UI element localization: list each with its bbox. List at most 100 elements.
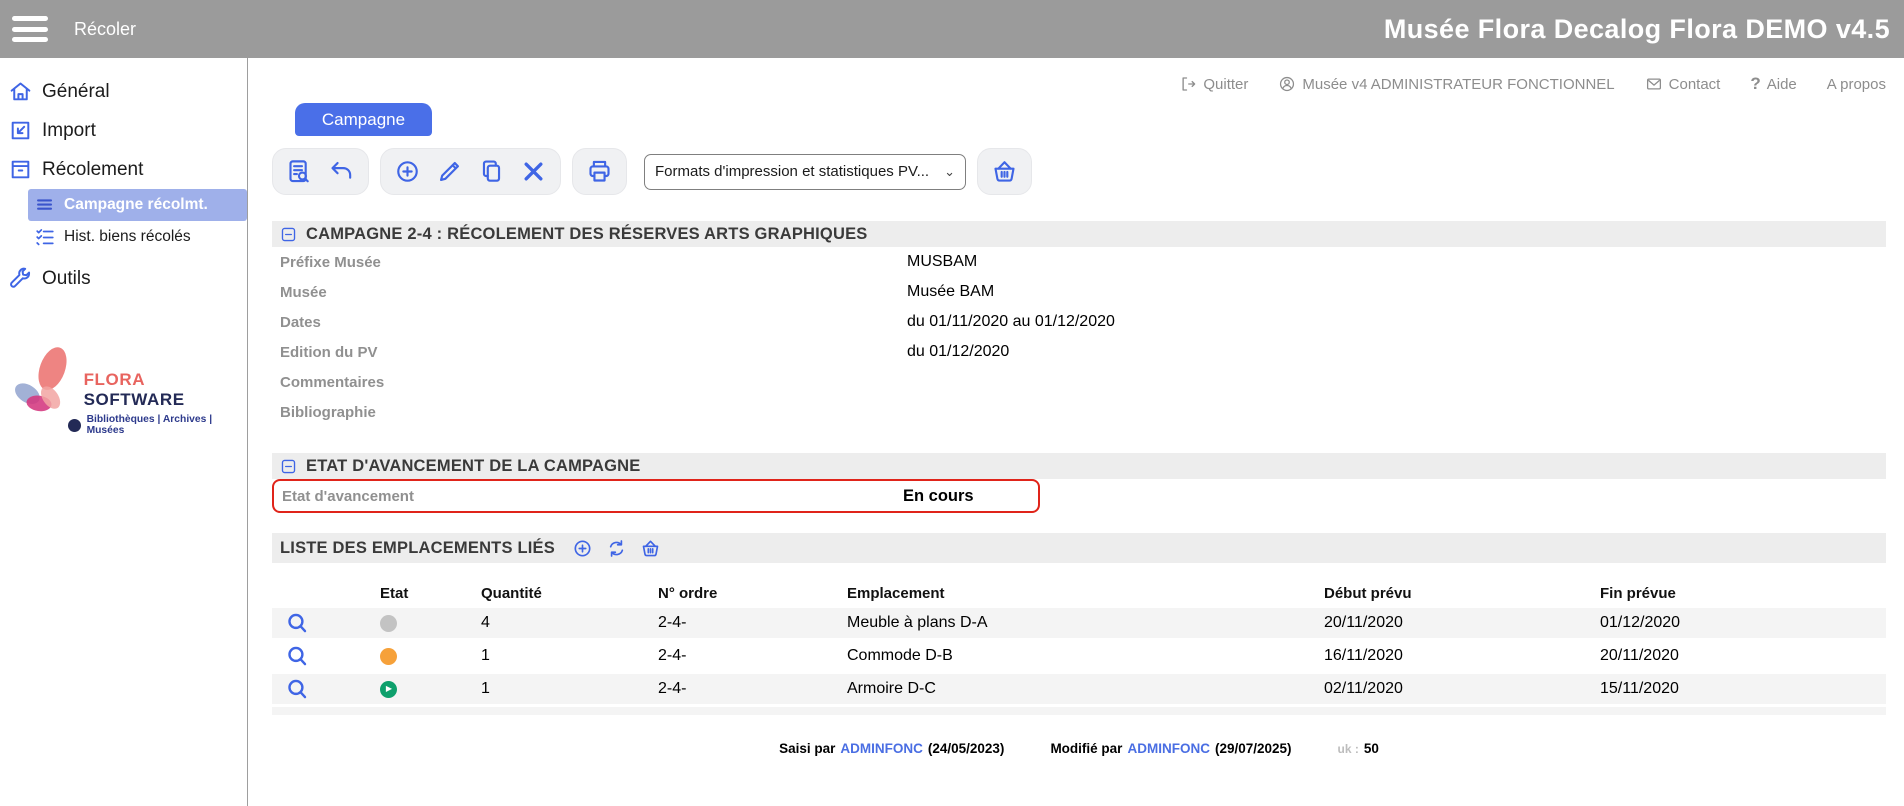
cell-emplacement: Meuble à plans D-A [840,614,1300,632]
table-row: 4 2-4- Meuble à plans D-A 20/11/2020 01/… [272,608,1886,638]
question-mark-icon: ? [1750,74,1760,94]
brand-tagline: Bibliothèques | Archives | Musées [84,414,247,436]
cell-quantite: 4 [470,614,650,632]
user-label: Musée v4 ADMINISTRATEUR FONCTIONNEL [1302,76,1614,93]
user-icon [1278,75,1296,93]
cell-fin: 20/11/2020 [1580,647,1886,665]
print-button[interactable] [586,158,613,185]
add-button[interactable] [394,158,421,185]
quitter-label: Quitter [1203,76,1248,93]
cell-emplacement: Commode D-B [840,647,1300,665]
checklist-icon [34,226,56,248]
cell-debut: 02/11/2020 [1300,680,1580,698]
field-label: Musée [272,284,907,301]
uk-label: uk : [1338,742,1359,756]
progress-highlight-row: Etat d'avancement En cours [272,479,1040,513]
field-value: du 01/12/2020 [907,343,1009,361]
field-label: Edition du PV [272,344,907,361]
list-search-button[interactable] [286,158,313,185]
user-account[interactable]: Musée v4 ADMINISTRATEUR FONCTIONNEL [1278,75,1614,93]
collapse-icon[interactable] [280,458,297,475]
exit-icon [1179,75,1197,93]
contact-label: Contact [1669,76,1721,93]
view-record-button[interactable] [285,644,310,669]
dropdown-value: Formats d'impression et statistiques PV.… [655,163,929,180]
brand-dot-icon [68,419,81,432]
progress-section-header: ETAT D'AVANCEMENT DE LA CAMPAGNE [272,453,1886,479]
refresh-button[interactable] [606,538,627,559]
basket-small-button[interactable] [640,538,661,559]
col-header-etat: Etat [370,585,470,602]
undo-button[interactable] [328,158,355,185]
header-links: Quitter Musée v4 ADMINISTRATEUR FONCTION… [272,70,1886,98]
archive-box-icon [8,157,33,182]
copy-button[interactable] [478,158,505,185]
field-row-commentaires: Commentaires [272,367,1886,397]
progress-label: Etat d'avancement [274,488,903,505]
cell-ordre: 2-4- [650,680,840,698]
sidebar-item-general[interactable]: Général [0,72,247,111]
menu-icon[interactable] [12,16,48,42]
field-label: Commentaires [272,374,907,391]
locations-table: Etat Quantité N° ordre Emplacement Début… [272,581,1886,715]
field-row-prefixe-musee: Préfixe Musée MUSBAM [272,247,1886,277]
cell-ordre: 2-4- [650,647,840,665]
status-dot [380,648,397,665]
tab-campagne[interactable]: Campagne [295,103,432,136]
sidebar-item-label: Import [42,120,96,142]
delete-button[interactable] [520,158,547,185]
field-label: Bibliographie [272,404,907,421]
field-value: du 01/11/2020 au 01/12/2020 [907,313,1115,331]
import-icon [8,118,33,143]
saisi-prefix: Saisi par [779,741,835,756]
saisi-user-link[interactable]: ADMINFONC [840,741,923,756]
field-row-edition-pv: Edition du PV du 01/12/2020 [272,337,1886,367]
field-value: Musée BAM [907,283,994,301]
field-row-bibliographie: Bibliographie [272,397,1886,427]
print-formats-dropdown[interactable]: Formats d'impression et statistiques PV.… [644,154,966,190]
locations-section-header: LISTE DES EMPLACEMENTS LIÉS [272,533,1886,563]
status-dot: ▶ [380,681,397,698]
sidebar-item-hist-biens-recoles[interactable]: Hist. biens récolés [28,221,247,253]
cell-emplacement: Armoire D-C [840,680,1300,698]
field-value: MUSBAM [907,253,977,271]
list-lines-icon [34,194,56,216]
basket-button[interactable] [991,158,1018,185]
table-row: ▶ 1 2-4- Armoire D-C 02/11/2020 15/11/20… [272,674,1886,704]
cell-quantite: 1 [470,680,650,698]
status-dot [380,615,397,632]
section-title: CAMPAGNE 2-4 : RÉCOLEMENT DES RÉSERVES A… [306,225,868,244]
field-label: Dates [272,314,907,331]
flora-flower-icon [10,342,80,428]
col-header-ordre: N° ordre [650,585,840,602]
sidebar-item-label: Général [42,81,110,103]
saisi-date: (24/05/2023) [928,741,1005,756]
aide-label: Aide [1767,76,1797,93]
apropos-link[interactable]: A propos [1827,76,1886,93]
sidebar-item-recolement[interactable]: Récolement [0,150,247,189]
section-title: ETAT D'AVANCEMENT DE LA CAMPAGNE [306,457,641,476]
col-header-emplacement: Emplacement [840,585,1300,602]
view-record-button[interactable] [285,677,310,702]
sidebar-item-outils[interactable]: Outils [0,259,247,298]
table-row: 1 2-4- Commode D-B 16/11/2020 20/11/2020 [272,641,1886,671]
view-record-button[interactable] [285,611,310,636]
aide-link[interactable]: ? Aide [1750,74,1796,94]
cell-fin: 15/11/2020 [1580,680,1886,698]
sidebar-item-label: Hist. biens récolés [64,228,191,246]
sidebar-item-campagne-recolmt[interactable]: Campagne récolmt. [28,189,247,221]
col-header-quantite: Quantité [470,585,650,602]
quitter-link[interactable]: Quitter [1179,75,1248,93]
edit-button[interactable] [436,158,463,185]
contact-link[interactable]: Contact [1645,75,1721,93]
collapse-icon[interactable] [280,226,297,243]
progress-value: En cours [903,487,974,506]
wrench-icon [8,266,33,291]
chevron-down-icon: ⌄ [944,164,955,180]
modifie-user-link[interactable]: ADMINFONC [1127,741,1210,756]
top-bar: Récoler Musée Flora Decalog Flora DEMO v… [0,0,1904,58]
sidebar-item-import[interactable]: Import [0,111,247,150]
window-title: Musée Flora Decalog Flora DEMO v4.5 [1384,14,1890,45]
add-location-button[interactable] [572,538,593,559]
record-footer: Saisi par ADMINFONC (24/05/2023) Modifié… [272,741,1886,756]
